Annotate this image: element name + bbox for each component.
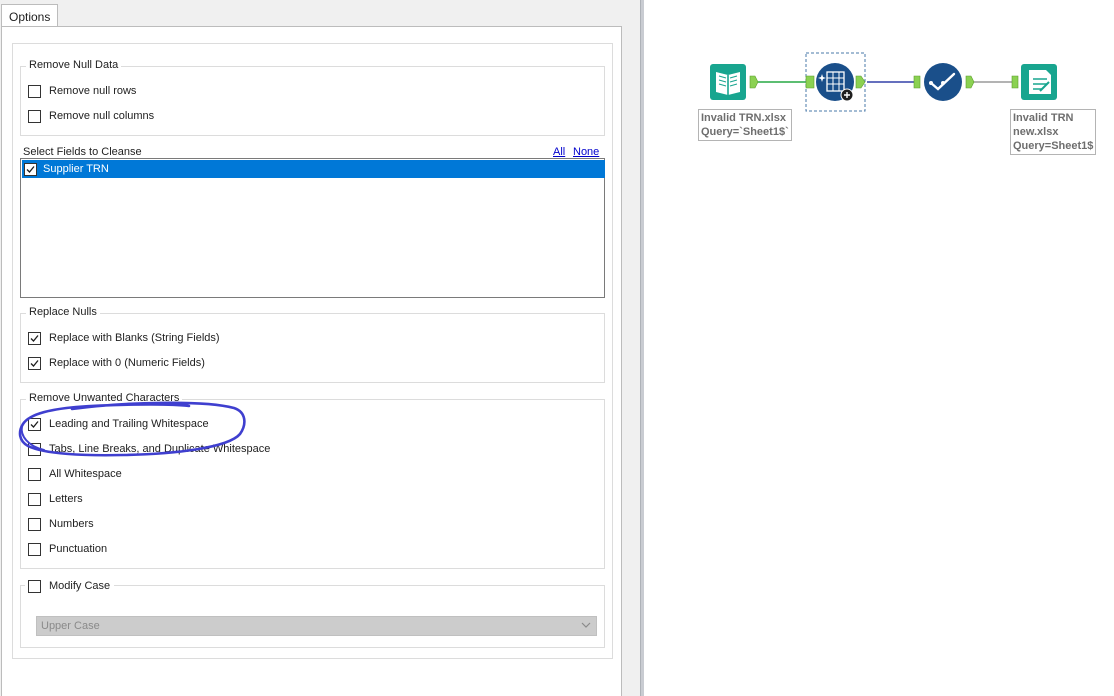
input-label-line: Query=`Sheet1$` [701, 126, 789, 138]
filter-output-anchor [965, 75, 975, 89]
replace-nulls-group [20, 313, 605, 383]
workflow-canvas[interactable]: Invalid TRN.xlsx Query=`Sheet1$` Invalid… [644, 0, 1114, 696]
leading-trailing-whitespace-option[interactable]: Leading and Trailing Whitespace [28, 417, 209, 431]
modify-case-option[interactable]: Modify Case [25, 579, 115, 593]
leading-trailing-whitespace-label: Leading and Trailing Whitespace [49, 418, 209, 430]
replace-zero-label: Replace with 0 (Numeric Fields) [49, 357, 205, 369]
cleanse-output-anchor [855, 75, 866, 89]
field-item-label: Supplier TRN [43, 163, 109, 175]
remove-null-data-group [20, 66, 605, 136]
filter-tool[interactable] [924, 63, 962, 101]
tabs-linebreaks-label: Tabs, Line Breaks, and Duplicate Whitesp… [49, 443, 271, 455]
numbers-label: Numbers [49, 518, 94, 530]
modify-case-label: Modify Case [49, 580, 111, 592]
output-label-line: Invalid TRN [1013, 112, 1074, 124]
configuration-panel: Options Remove Null Data Remove null row… [0, 0, 640, 696]
remove-null-rows-checkbox[interactable] [28, 84, 41, 98]
chevron-down-icon [581, 622, 591, 628]
replace-nulls-title: Replace Nulls [26, 306, 100, 319]
numbers-option[interactable]: Numbers [28, 517, 94, 531]
remove-null-data-title: Remove Null Data [26, 59, 122, 72]
fields-listbox[interactable]: Supplier TRN [20, 158, 605, 298]
checkmark-icon [30, 334, 39, 342]
replace-blanks-checkbox[interactable] [28, 331, 41, 345]
output-data-tool[interactable] [1021, 64, 1057, 100]
checkmark-icon [30, 420, 39, 428]
replace-zero-checkbox[interactable] [28, 356, 41, 370]
output-input-anchor [1011, 75, 1019, 89]
input-output-anchor [749, 75, 759, 89]
punctuation-option[interactable]: Punctuation [28, 542, 107, 556]
tabs-linebreaks-option[interactable]: Tabs, Line Breaks, and Duplicate Whitesp… [28, 442, 270, 456]
remove-unwanted-title: Remove Unwanted Characters [26, 392, 183, 405]
input-label-line: Invalid TRN.xlsx [701, 112, 786, 124]
output-label-line: Query=Sheet1$ [1013, 140, 1094, 152]
all-whitespace-label: All Whitespace [49, 468, 122, 480]
remove-null-columns-option[interactable]: Remove null columns [28, 109, 154, 123]
case-select-value: Upper Case [41, 620, 100, 632]
input-data-tool[interactable] [710, 64, 746, 100]
tabs-linebreaks-checkbox[interactable] [28, 442, 41, 456]
case-select-dropdown[interactable]: Upper Case [36, 616, 597, 636]
output-label-line: new.xlsx [1013, 126, 1059, 138]
checkmark-icon [30, 359, 39, 367]
letters-checkbox[interactable] [28, 492, 41, 506]
replace-blanks-option[interactable]: Replace with Blanks (String Fields) [28, 331, 220, 345]
replace-zero-option[interactable]: Replace with 0 (Numeric Fields) [28, 356, 205, 370]
leading-trailing-whitespace-checkbox[interactable] [28, 417, 41, 431]
letters-label: Letters [49, 493, 83, 505]
remove-null-columns-label: Remove null columns [49, 110, 155, 122]
modify-case-checkbox[interactable] [28, 579, 41, 593]
punctuation-checkbox[interactable] [28, 542, 41, 556]
output-tool-label[interactable]: Invalid TRN new.xlsx Query=Sheet1$ [1010, 109, 1097, 155]
cleanse-input-anchor [805, 75, 815, 89]
letters-option[interactable]: Letters [28, 492, 83, 506]
tab-options[interactable]: Options [1, 4, 58, 27]
numbers-checkbox[interactable] [28, 517, 41, 531]
remove-null-rows-option[interactable]: Remove null rows [28, 84, 136, 98]
checkmark-icon [26, 165, 35, 173]
all-whitespace-checkbox[interactable] [28, 467, 41, 481]
remove-null-columns-checkbox[interactable] [28, 109, 41, 123]
remove-null-rows-label: Remove null rows [49, 85, 137, 97]
replace-blanks-label: Replace with Blanks (String Fields) [49, 332, 220, 344]
all-whitespace-option[interactable]: All Whitespace [28, 467, 122, 481]
select-fields-label: Select Fields to Cleanse [23, 146, 142, 158]
select-none-link[interactable]: None [573, 146, 599, 158]
punctuation-label: Punctuation [49, 543, 108, 555]
filter-input-anchor [913, 75, 921, 89]
input-tool-label[interactable]: Invalid TRN.xlsx Query=`Sheet1$` [698, 109, 792, 141]
workflow-diagram [710, 52, 1057, 112]
data-cleansing-tool[interactable] [816, 63, 854, 102]
select-all-link[interactable]: All [553, 146, 565, 158]
field-item-checkbox[interactable] [24, 162, 37, 176]
field-item-supplier-trn[interactable]: Supplier TRN [22, 160, 605, 178]
